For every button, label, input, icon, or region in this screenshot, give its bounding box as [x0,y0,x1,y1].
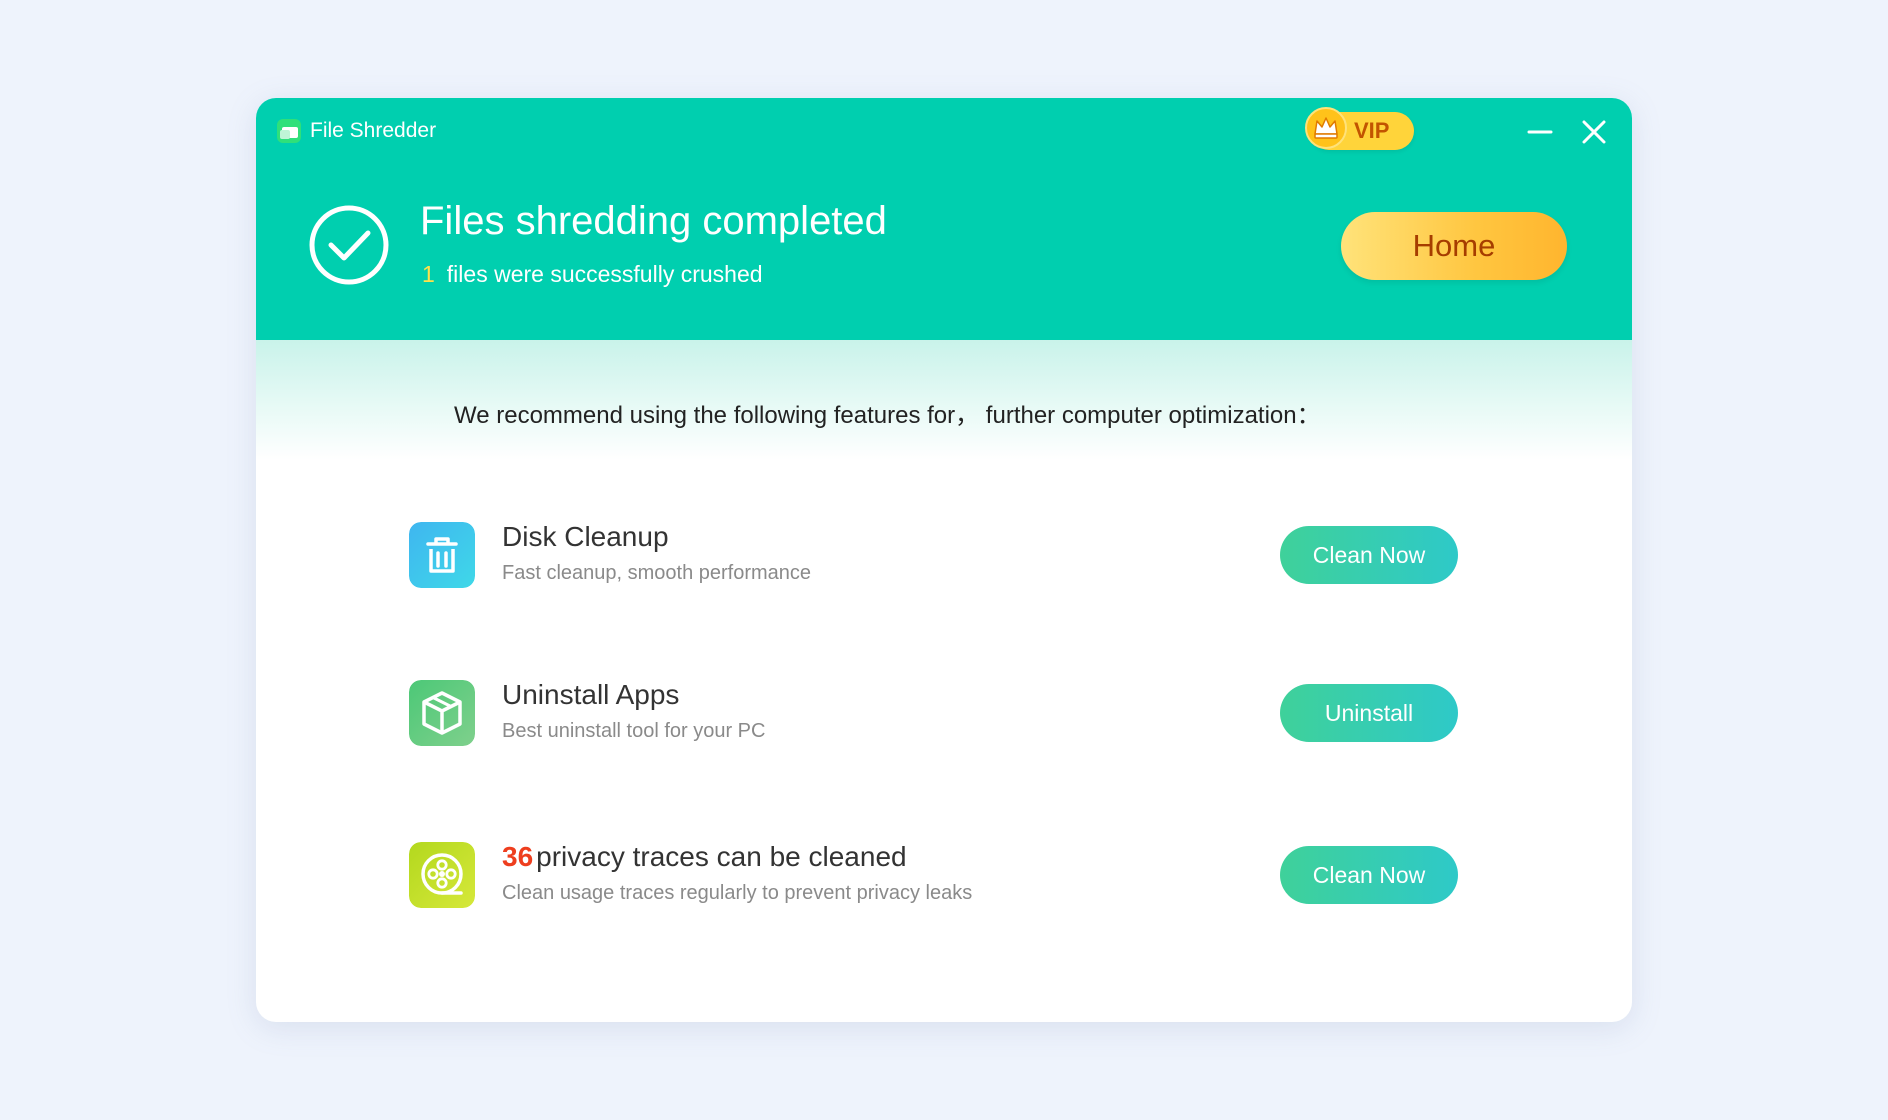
completion-subtitle: 1 files were successfully crushed [422,258,763,290]
feature-description: Fast cleanup, smooth performance [502,562,812,584]
feature-title: Disk Cleanup [502,521,669,552]
trash-can-icon [409,522,475,588]
vip-label: VIP [1354,118,1390,143]
completion-title: Files shredding completed [420,199,887,243]
app-window: File Shredder VIP Files shredding comple… [256,98,1632,1022]
success-check-icon [309,205,389,285]
privacy-traces-text: privacy traces can be cleaned [536,841,907,872]
feature-description: Clean usage traces regularly to prevent … [502,882,973,904]
result-header: File Shredder VIP Files shredding comple… [256,98,1632,340]
close-button[interactable] [1574,112,1614,152]
feature-row-privacy-traces: 36 privacy traces can be cleaned Clean us… [256,822,1632,932]
app-title: File Shredder [310,119,437,142]
privacy-traces-count: 36 [502,841,534,872]
close-icon [1582,120,1606,144]
package-box-icon [409,680,475,746]
feature-row-disk-cleanup: Disk Cleanup Fast cleanup, smooth perfor… [256,502,1632,612]
shredded-count: 1 [422,261,435,287]
uninstall-button[interactable]: Uninstall [1280,684,1458,742]
minimize-icon [1527,130,1553,134]
feature-title: Uninstall Apps [502,679,680,710]
recommendation-text: We recommend using the following feature… [454,402,1321,429]
clean-now-button[interactable]: Clean Now [1280,526,1458,584]
shredded-count-text: files were successfully crushed [446,261,763,287]
clean-now-button[interactable]: Clean Now [1280,846,1458,904]
feature-title: 36 privacy traces can be cleaned [502,838,907,876]
feature-row-uninstall-apps: Uninstall Apps Best uninstall tool for y… [256,660,1632,770]
home-button[interactable]: Home [1341,212,1567,280]
vip-button[interactable]: VIP [1305,107,1414,150]
minimize-button[interactable] [1520,112,1560,152]
crown-icon [1305,107,1347,149]
app-logo-icon [277,119,301,143]
feature-description: Best uninstall tool for your PC [502,720,766,742]
film-reel-icon [409,842,475,908]
